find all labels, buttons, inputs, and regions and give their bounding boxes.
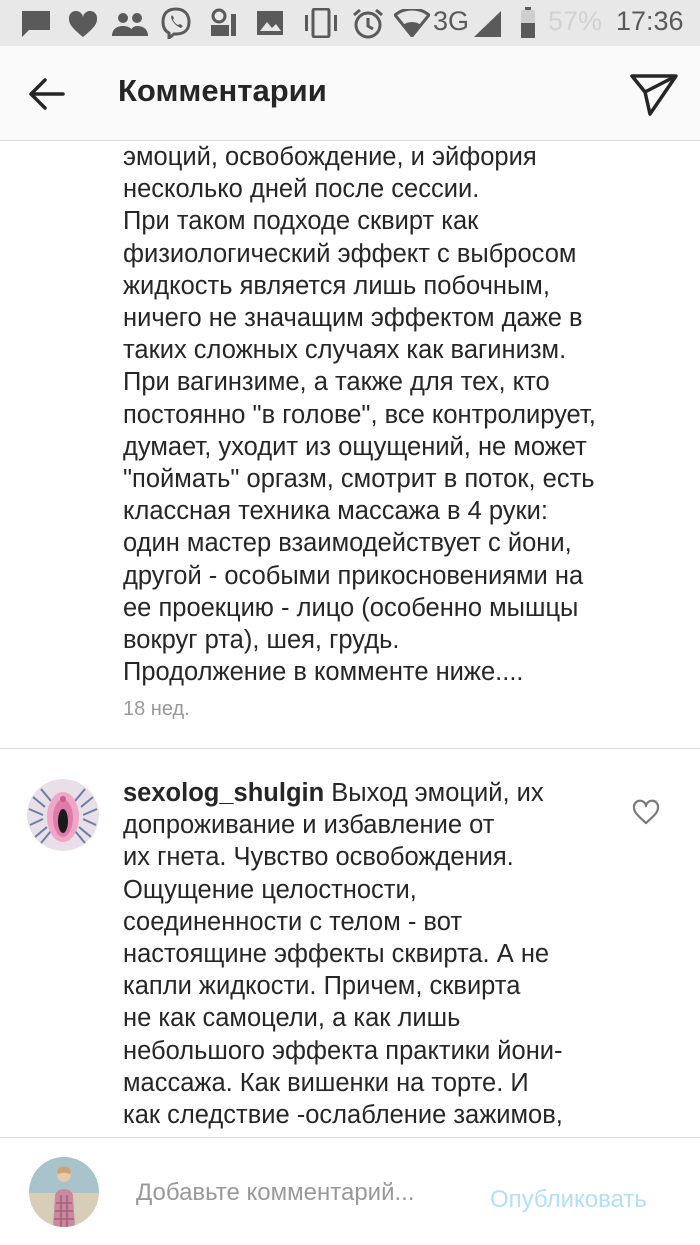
- battery-icon: [521, 7, 535, 38]
- comment-timestamp: 18 нед.: [123, 698, 190, 720]
- header-bar: Комментарии: [0, 46, 700, 141]
- comment-composer: Опубликовать: [0, 1137, 700, 1245]
- heart-outline-icon[interactable]: [632, 799, 660, 825]
- comment-text-continued: эмоций, освобождение, и эйфория нескольк…: [123, 143, 596, 687]
- comment-body: sexolog_shulgin Выход эмоций, их допрожи…: [123, 777, 643, 1131]
- message-icon: [22, 11, 50, 37]
- comments-list[interactable]: эмоций, освобождение, и эйфория нескольк…: [0, 141, 700, 1137]
- comment-username[interactable]: sexolog_shulgin: [123, 779, 324, 807]
- wifi-icon: [394, 9, 430, 37]
- page-title: Комментарии: [118, 73, 327, 108]
- avatar-image: [27, 779, 99, 851]
- heart-icon: [68, 11, 98, 37]
- vibrate-icon: [305, 8, 337, 38]
- status-bar: 3G 57% 17:36: [0, 0, 700, 46]
- network-type: 3G: [433, 6, 470, 36]
- battery-percent: 57%: [548, 6, 603, 36]
- signal-icon: [474, 11, 501, 37]
- avatar[interactable]: [27, 779, 99, 851]
- alarm-icon: [353, 8, 383, 39]
- user-avatar: [29, 1157, 99, 1227]
- people-icon: [112, 13, 148, 36]
- publish-button[interactable]: Опубликовать: [490, 1186, 647, 1214]
- comment-text: Выход эмоций, их допроживание и избавлен…: [123, 779, 563, 1130]
- user-avatar-image: [29, 1157, 99, 1227]
- viber-icon: [161, 7, 191, 39]
- image-icon: [257, 11, 283, 35]
- app-icon: [211, 8, 236, 36]
- send-icon[interactable]: [628, 70, 680, 118]
- comment-input[interactable]: [136, 1176, 466, 1210]
- arrow-left-icon[interactable]: [26, 74, 66, 114]
- clock-time: 17:36: [616, 6, 684, 36]
- divider: [0, 748, 700, 749]
